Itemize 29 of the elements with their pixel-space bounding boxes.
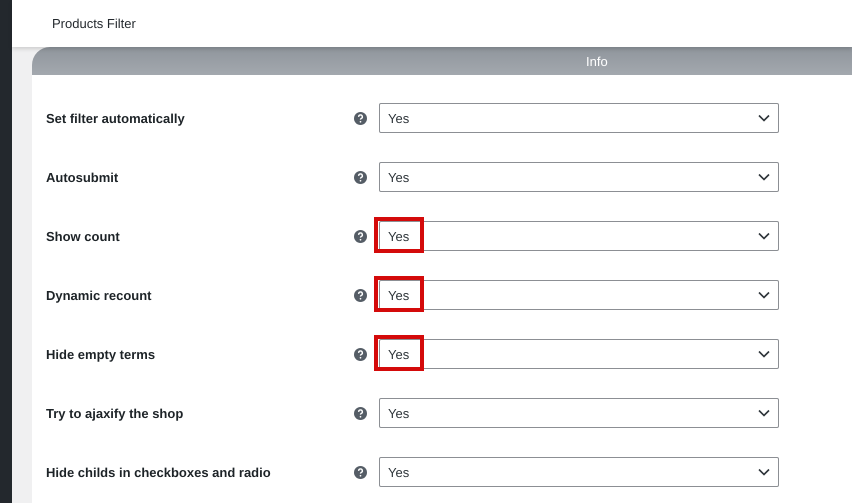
field-label: Set filter automatically [46, 110, 186, 126]
highlight-frame [374, 217, 424, 253]
field-label: Dynamic recount [46, 288, 152, 302]
chevron-down-icon [758, 173, 770, 181]
select-dropdown[interactable]: Yes [379, 162, 779, 192]
help-icon[interactable] [354, 466, 367, 478]
field-label: Try to ajaxify the shop [46, 406, 184, 420]
field-label: Hide childs in checkboxes and radio [46, 464, 272, 480]
help-icon[interactable] [354, 406, 367, 420]
highlight-frame [374, 335, 424, 371]
select-dropdown[interactable]: Yes [379, 457, 779, 487]
page-title: Products Filter [52, 16, 136, 31]
help-icon[interactable] [354, 170, 367, 184]
field-label: Show count [46, 228, 121, 244]
chevron-down-icon [758, 468, 770, 476]
chevron-down-icon [758, 232, 770, 240]
chevron-down-icon [758, 114, 770, 122]
field-label: Hide empty terms [46, 346, 156, 362]
select-dropdown[interactable]: Yes [379, 398, 779, 428]
highlight-frame [374, 276, 424, 312]
chevron-down-icon [758, 291, 770, 299]
help-icon[interactable] [354, 288, 367, 302]
chevron-down-icon [758, 350, 770, 358]
help-icon[interactable] [354, 112, 367, 124]
select-dropdown[interactable]: Yes [379, 103, 779, 133]
help-icon[interactable] [354, 348, 367, 360]
field-label: Autosubmit [46, 170, 120, 184]
chevron-down-icon [758, 409, 770, 417]
help-icon[interactable] [354, 230, 367, 242]
